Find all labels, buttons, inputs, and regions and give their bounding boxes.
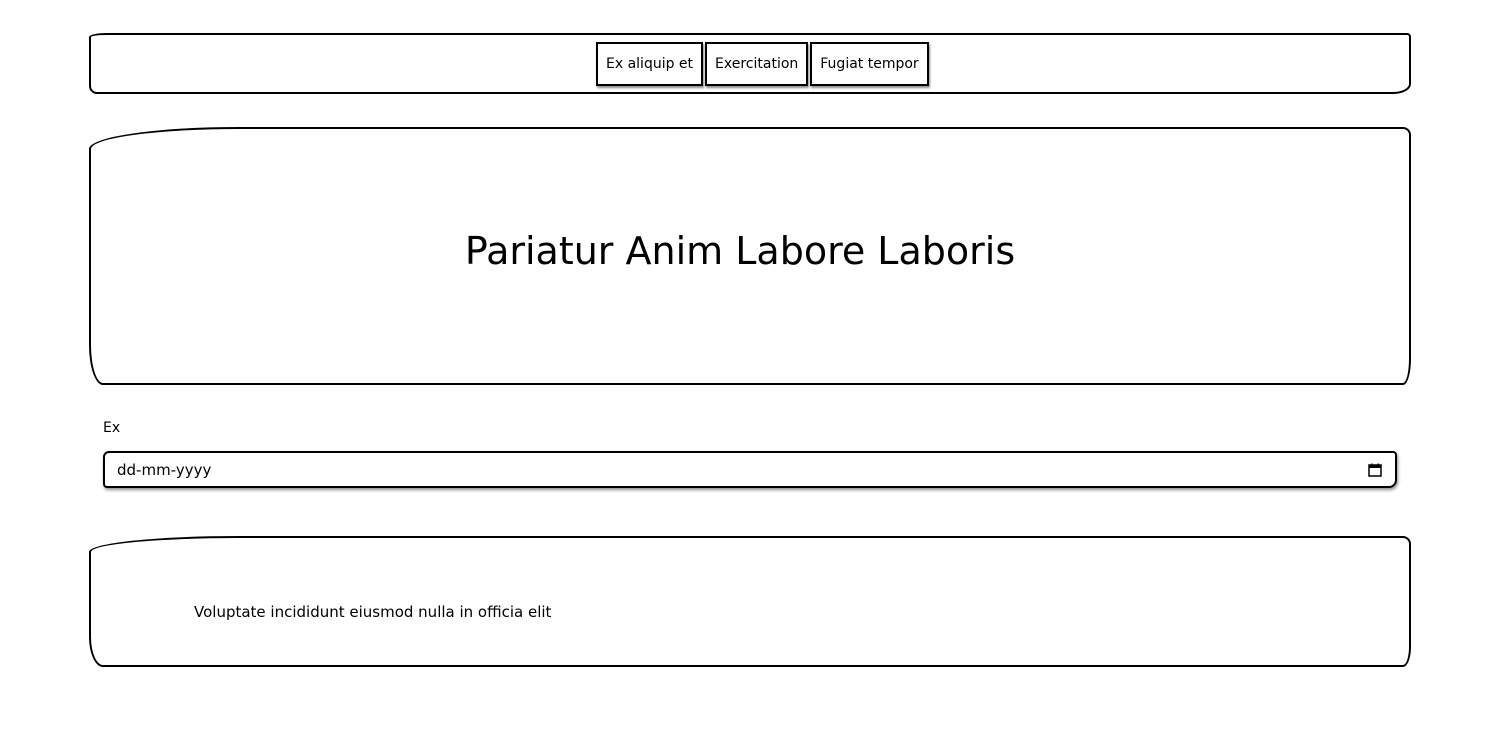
hero-title: Pariatur Anim Labore Laboris	[464, 229, 1016, 273]
footer-text: Voluptate incididunt eiusmod nulla in of…	[194, 603, 552, 621]
nav-button-group: Ex aliquip et Exercitation Fugiat tempor	[596, 42, 929, 86]
date-placeholder: dd-mm-yyyy	[117, 460, 212, 479]
nav-button-fugiat-tempor[interactable]: Fugiat tempor	[810, 42, 929, 86]
date-field-label: Ex	[103, 420, 121, 436]
date-input[interactable]: dd-mm-yyyy	[103, 451, 1397, 488]
hero-section: Pariatur Anim Labore Laboris	[89, 127, 1411, 385]
nav-button-exercitation[interactable]: Exercitation	[705, 42, 809, 86]
calendar-icon[interactable]	[1367, 462, 1383, 478]
nav-button-ex-aliquip-et[interactable]: Ex aliquip et	[596, 42, 704, 86]
footer-section	[89, 536, 1411, 667]
